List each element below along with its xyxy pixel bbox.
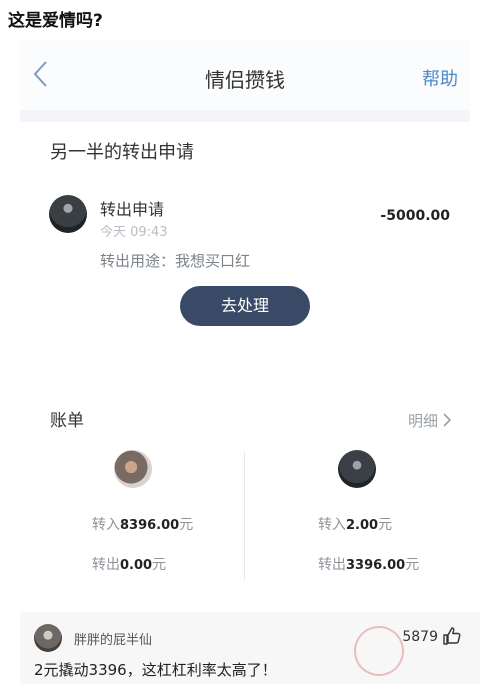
- avatar-left: [114, 450, 152, 488]
- thumbs-up-icon[interactable]: [442, 626, 462, 646]
- post-title: 这是爱情吗?: [8, 11, 103, 31]
- left-out-unit: 元: [152, 557, 167, 573]
- bill-detail-link[interactable]: 明细: [408, 410, 438, 431]
- avatar-right: [338, 450, 376, 488]
- bill-card: 账单 明细 转入8396.00元 转入2.00元 转出0.00元 转出3396.…: [20, 376, 470, 605]
- request-purpose: 转出用途：我想买口红: [100, 252, 251, 270]
- right-transfer-in: 转入2.00元: [318, 514, 392, 534]
- avatar: [49, 195, 87, 233]
- process-button[interactable]: 去处理: [180, 286, 310, 326]
- left-transfer-out: 转出0.00元: [92, 554, 166, 574]
- request-title: 转出申请: [100, 200, 165, 219]
- right-in-label: 转入: [318, 517, 346, 533]
- commenter-name[interactable]: 胖胖的屁半仙: [74, 629, 152, 648]
- help-link[interactable]: 帮助: [422, 65, 458, 91]
- request-heading: 另一半的转出申请: [50, 142, 194, 163]
- divider: [244, 452, 245, 580]
- comment: 胖胖的屁半仙 5879 2元撬动3396，这杠杠利率太高了！: [20, 612, 480, 684]
- right-in-unit: 元: [378, 517, 393, 533]
- chevron-right-icon[interactable]: [441, 412, 453, 428]
- left-in-unit: 元: [179, 517, 194, 533]
- watermark-stamp: [348, 620, 410, 682]
- commenter-avatar[interactable]: [34, 624, 62, 652]
- like-count: 5879: [402, 629, 438, 645]
- left-out-value: 0.00: [120, 558, 153, 573]
- left-out-label: 转出: [92, 557, 120, 573]
- nav-bar: 情侣攒钱 帮助: [20, 40, 470, 110]
- right-out-unit: 元: [405, 557, 420, 573]
- comment-text: 2元撬动3396，这杠杠利率太高了！: [34, 661, 277, 679]
- left-in-value: 8396.00: [120, 518, 180, 533]
- transfer-request-card: 另一半的转出申请 转出申请 今天 09:43 -5000.00 转出用途：我想买…: [20, 122, 470, 390]
- app-screenshot: 情侣攒钱 帮助 另一半的转出申请 转出申请 今天 09:43 -5000.00 …: [20, 40, 470, 605]
- right-in-value: 2.00: [346, 518, 379, 533]
- request-time: 今天 09:43: [100, 225, 168, 240]
- left-in-label: 转入: [92, 517, 120, 533]
- nav-title: 情侣攒钱: [205, 68, 285, 92]
- request-amount: -5000.00: [380, 208, 450, 224]
- left-transfer-in: 转入8396.00元: [92, 514, 193, 534]
- right-out-label: 转出: [318, 557, 346, 573]
- bill-label: 账单: [50, 411, 84, 431]
- right-out-value: 3396.00: [346, 558, 406, 573]
- right-transfer-out: 转出3396.00元: [318, 554, 419, 574]
